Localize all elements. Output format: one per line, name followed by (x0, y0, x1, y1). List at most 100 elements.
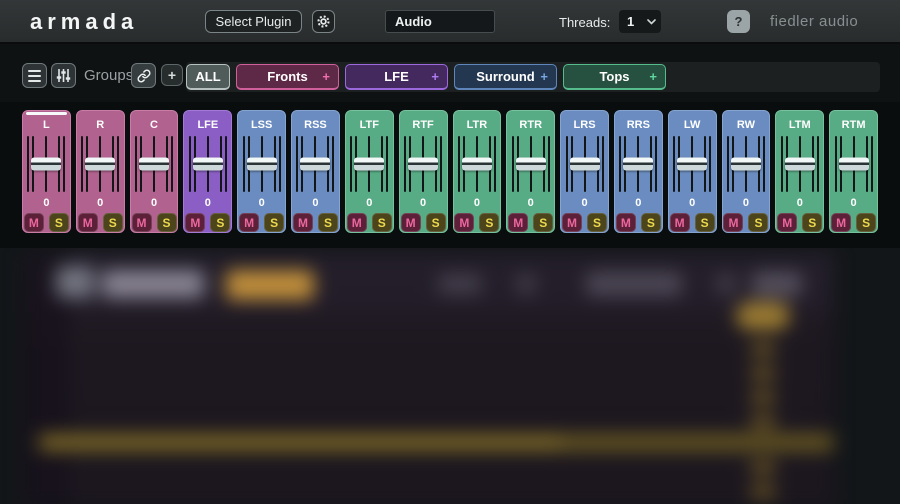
solo-button[interactable]: S (587, 213, 607, 232)
group-tab-label: Tops (599, 69, 629, 84)
solo-button[interactable]: S (479, 213, 499, 232)
channel-fader (80, 136, 120, 192)
channel-fader (780, 136, 820, 192)
group-tab-all[interactable]: ALL (186, 64, 230, 90)
solo-button[interactable]: S (748, 213, 768, 232)
solo-button[interactable]: S (802, 213, 822, 232)
channel-strip-lrs[interactable]: LRS 0 M S (560, 110, 609, 233)
fader-handle[interactable] (85, 158, 115, 171)
channel-fader (618, 136, 658, 192)
mute-button[interactable]: M (132, 213, 152, 232)
channel-strip-lfe[interactable]: LFE 0 M S (183, 110, 232, 233)
fader-handle[interactable] (623, 158, 653, 171)
blur-blob (438, 274, 482, 294)
channel-fader (726, 136, 766, 192)
solo-button[interactable]: S (103, 213, 123, 232)
channel-fader (403, 136, 443, 192)
group-tab-plus-icon[interactable]: + (322, 69, 330, 84)
mute-button[interactable]: M (401, 213, 421, 232)
channel-gain-value: 0 (723, 197, 770, 209)
fader-handle[interactable] (408, 158, 438, 171)
mute-button[interactable]: M (293, 213, 313, 232)
mute-button[interactable]: M (78, 213, 98, 232)
channel-strip-rw[interactable]: RW 0 M S (722, 110, 771, 233)
solo-button[interactable]: S (264, 213, 284, 232)
group-tab-plus-icon[interactable]: + (649, 69, 657, 84)
channel-strip-c[interactable]: C 0 M S (130, 110, 179, 233)
group-tab-fronts[interactable]: Fronts + (236, 64, 339, 90)
mute-button[interactable]: M (185, 213, 205, 232)
mute-button[interactable]: M (239, 213, 259, 232)
channel-strip-rtf[interactable]: RTF 0 M S (399, 110, 448, 233)
fader-handle[interactable] (677, 158, 707, 171)
groups-label: Groups (84, 67, 133, 84)
blur-blob (586, 272, 682, 296)
mute-solo-row: M S (292, 213, 339, 232)
fader-handle[interactable] (462, 158, 492, 171)
fader-handle[interactable] (516, 158, 546, 171)
group-tab-plus-icon[interactable]: + (431, 69, 439, 84)
link-groups-button[interactable] (131, 63, 156, 88)
settings-button[interactable] (312, 10, 335, 33)
mute-button[interactable]: M (347, 213, 367, 232)
solo-button[interactable]: S (318, 213, 338, 232)
channel-strip-ltr[interactable]: LTR 0 M S (453, 110, 502, 233)
channel-gain-value: 0 (77, 197, 124, 209)
fader-handle[interactable] (300, 158, 330, 171)
threads-dropdown[interactable]: 1 (619, 10, 661, 33)
solo-button[interactable]: S (695, 213, 715, 232)
group-tab-tops[interactable]: Tops + (563, 64, 666, 90)
solo-button[interactable]: S (210, 213, 230, 232)
solo-button[interactable]: S (426, 213, 446, 232)
channel-strip-rss[interactable]: RSS 0 M S (291, 110, 340, 233)
solo-button[interactable]: S (372, 213, 392, 232)
group-tab-plus-icon[interactable]: + (540, 69, 548, 84)
menu-button[interactable] (22, 63, 47, 88)
channel-label: RTM (830, 119, 877, 131)
channel-strip-rtm[interactable]: RTM 0 M S (829, 110, 878, 233)
fader-handle[interactable] (31, 158, 61, 171)
mute-button[interactable]: M (670, 213, 690, 232)
channel-fader (295, 136, 335, 192)
mute-button[interactable]: M (616, 213, 636, 232)
select-plugin-button[interactable]: Select Plugin (205, 10, 302, 33)
solo-button[interactable]: S (157, 213, 177, 232)
audio-input[interactable]: Audio (385, 10, 495, 33)
fader-handle[interactable] (139, 158, 169, 171)
mute-button[interactable]: M (562, 213, 582, 232)
fader-handle[interactable] (731, 158, 761, 171)
group-tab-lfe[interactable]: LFE + (345, 64, 448, 90)
solo-button[interactable]: S (49, 213, 69, 232)
channel-strip-r[interactable]: R 0 M S (76, 110, 125, 233)
channel-strip-ltf[interactable]: LTF 0 M S (345, 110, 394, 233)
mute-button[interactable]: M (831, 213, 851, 232)
mute-button[interactable]: M (24, 213, 44, 232)
channel-strip-lw[interactable]: LW 0 M S (668, 110, 717, 233)
mute-button[interactable]: M (777, 213, 797, 232)
solo-button[interactable]: S (641, 213, 661, 232)
channel-strip-l[interactable]: L 0 M S (22, 110, 71, 233)
fader-handle[interactable] (785, 158, 815, 171)
channel-label: C (131, 119, 178, 131)
channel-strip-ltm[interactable]: LTM 0 M S (775, 110, 824, 233)
add-group-button[interactable]: + (161, 64, 183, 86)
mute-button[interactable]: M (723, 213, 743, 232)
fader-track-line (835, 136, 837, 192)
fader-track-line (566, 136, 568, 192)
mute-button[interactable]: M (508, 213, 528, 232)
mixer-view-button[interactable] (51, 63, 76, 88)
fader-handle[interactable] (247, 158, 277, 171)
fader-handle[interactable] (354, 158, 384, 171)
fader-handle[interactable] (193, 158, 223, 171)
help-button[interactable]: ? (727, 10, 750, 33)
solo-button[interactable]: S (533, 213, 553, 232)
channel-fader (349, 136, 389, 192)
channel-strip-lss[interactable]: LSS 0 M S (237, 110, 286, 233)
channel-strip-rtr[interactable]: RTR 0 M S (506, 110, 555, 233)
solo-button[interactable]: S (856, 213, 876, 232)
group-tab-surround[interactable]: Surround + (454, 64, 557, 90)
mute-button[interactable]: M (454, 213, 474, 232)
fader-handle[interactable] (570, 158, 600, 171)
fader-handle[interactable] (839, 158, 869, 171)
channel-strip-rrs[interactable]: RRS 0 M S (614, 110, 663, 233)
